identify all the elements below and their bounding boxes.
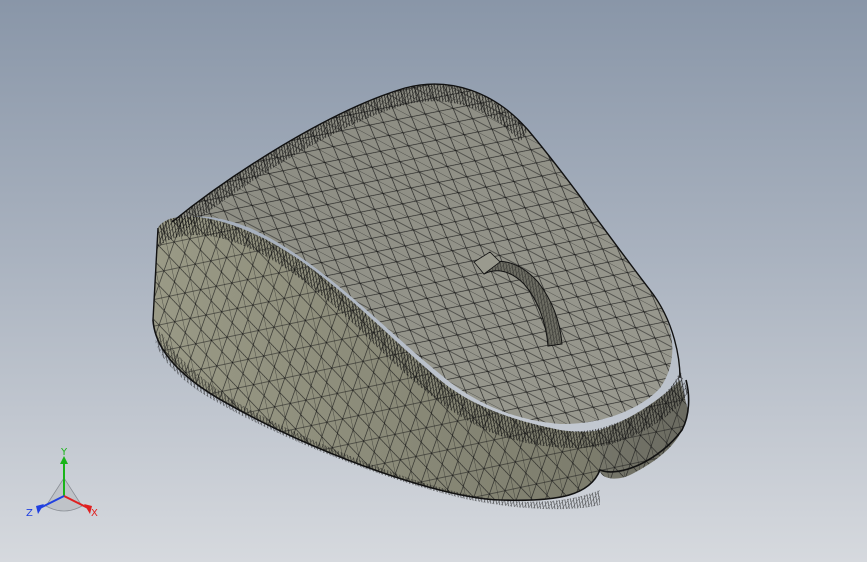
mesh-model[interactable]	[0, 0, 867, 562]
triad-y-label: Y	[60, 448, 68, 458]
graphics-viewport[interactable]: Y X Z	[0, 0, 867, 562]
triad-z-arrow-icon	[36, 504, 44, 514]
triad-x-label: X	[91, 508, 98, 519]
orientation-triad: Y X Z	[26, 448, 98, 519]
triad-z-label: Z	[26, 508, 33, 519]
